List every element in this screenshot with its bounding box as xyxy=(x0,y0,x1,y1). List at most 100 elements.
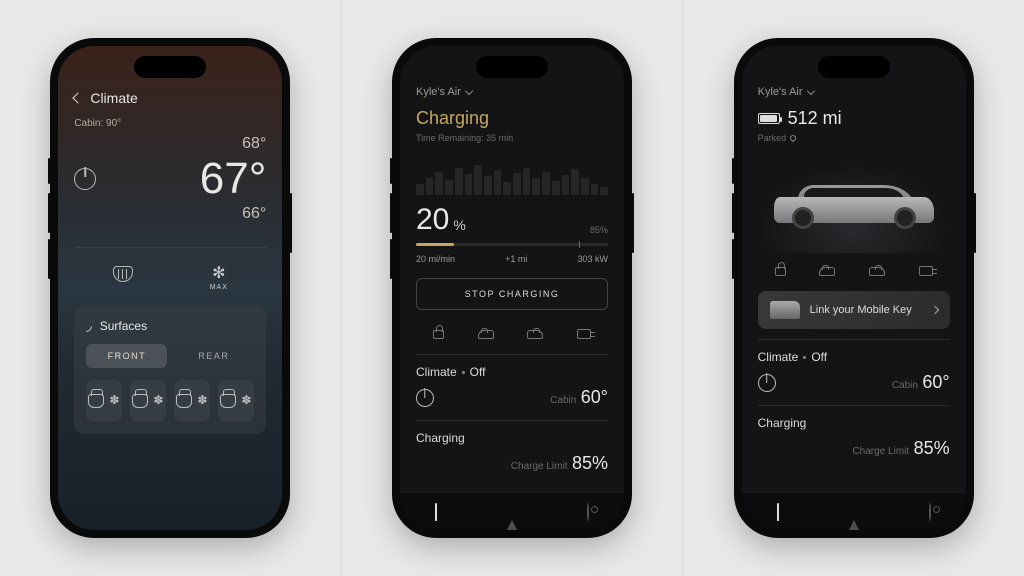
surfaces-card: ◞ Surfaces FRONT REAR xyxy=(74,305,266,434)
link-mobile-key-card[interactable]: Link your Mobile Key xyxy=(758,291,950,329)
lock-button[interactable] xyxy=(775,263,786,279)
rear-tab[interactable]: REAR xyxy=(173,344,254,368)
frunk-button[interactable] xyxy=(478,326,494,342)
phone-3: Kyle's Air 512 mi Parked xyxy=(734,38,974,538)
vehicle-name: Kyle's Air xyxy=(758,86,803,98)
tab-profile[interactable] xyxy=(929,504,931,520)
heat-waves-icon xyxy=(198,396,208,406)
tab-navigate[interactable] xyxy=(507,504,517,520)
car-icon xyxy=(435,503,437,521)
chevron-down-icon xyxy=(806,87,814,95)
charge-limit-mark[interactable] xyxy=(579,241,580,248)
chevron-right-icon xyxy=(930,306,938,314)
cabin-temp: 60° xyxy=(922,372,949,392)
home-screen: Kyle's Air 512 mi Parked xyxy=(742,46,966,530)
temp-decrease[interactable]: 66° xyxy=(74,205,266,223)
dynamic-island xyxy=(134,56,206,78)
charging-screen: Kyle's Air Charging Time Remaining: 35 m… xyxy=(400,46,624,530)
max-label: MAX xyxy=(210,284,228,291)
user-icon xyxy=(587,503,589,521)
charging-section-title: Charging xyxy=(758,416,807,430)
back-icon[interactable] xyxy=(73,92,84,103)
max-ac-button[interactable]: ✻ MAX xyxy=(210,266,228,291)
cabin-label: Cabin xyxy=(892,380,918,391)
snowflake-icon: ✻ xyxy=(210,266,228,282)
climate-section-title: Climate xyxy=(758,350,799,364)
car-icon xyxy=(777,503,779,521)
trunk-icon xyxy=(869,267,885,276)
charging-section-title: Charging xyxy=(416,431,465,445)
charge-limit-value: 85% xyxy=(572,453,608,473)
dynamic-island xyxy=(818,56,890,78)
seat-heat-icon xyxy=(88,394,104,408)
heat-waves-icon xyxy=(110,396,120,406)
climate-state: Off xyxy=(811,350,827,364)
defrost-button[interactable] xyxy=(113,266,133,291)
lock-button[interactable] xyxy=(433,326,444,342)
seat-vent-icon xyxy=(220,394,236,408)
location-arrow-icon xyxy=(849,504,859,530)
frunk-button[interactable] xyxy=(819,263,835,279)
percent-symbol: % xyxy=(453,217,465,233)
trunk-button[interactable] xyxy=(527,326,543,342)
charge-gauge xyxy=(416,157,608,195)
charge-limit-label: Charge Limit xyxy=(852,446,909,457)
seat-heat-left[interactable] xyxy=(86,380,122,422)
fan-icon xyxy=(154,396,164,406)
surfaces-title: Surfaces xyxy=(100,319,147,333)
charge-percent: 20 xyxy=(416,203,449,237)
charge-bar[interactable] xyxy=(416,243,608,246)
seat-vent-right[interactable] xyxy=(218,380,254,422)
dynamic-island xyxy=(476,56,548,78)
temp-increase[interactable]: 68° xyxy=(74,135,266,153)
charge-port-button[interactable] xyxy=(919,263,933,279)
lock-icon xyxy=(433,330,444,339)
vehicle-name: Kyle's Air xyxy=(416,86,461,98)
tab-bar xyxy=(742,492,966,530)
charge-bar-fill xyxy=(416,243,454,246)
vehicle-selector[interactable]: Kyle's Air xyxy=(758,86,950,98)
vehicle-selector[interactable]: Kyle's Air xyxy=(416,86,608,98)
frunk-icon xyxy=(478,330,494,339)
power-icon[interactable] xyxy=(416,389,434,407)
stop-charging-button[interactable]: STOP CHARGING xyxy=(416,278,608,310)
tab-navigate[interactable] xyxy=(849,504,859,520)
trunk-icon xyxy=(527,330,543,339)
user-icon xyxy=(929,503,931,521)
power-icon[interactable] xyxy=(758,374,776,392)
tab-vehicle[interactable] xyxy=(777,504,779,520)
fan-icon xyxy=(242,396,252,406)
cabin-label: Cabin xyxy=(550,395,576,406)
battery-icon xyxy=(758,113,780,124)
tab-bar xyxy=(400,492,624,530)
seat-heat-right[interactable] xyxy=(174,380,210,422)
phone-2: Kyle's Air Charging Time Remaining: 35 m… xyxy=(392,38,632,538)
climate-section[interactable]: Climate Off Cabin 60° xyxy=(416,354,608,420)
phone-1: Climate Cabin: 90° 68° 67° 66° ✻ MAX ◞ S… xyxy=(50,38,290,538)
range-value: 512 mi xyxy=(788,108,842,129)
vehicle-image xyxy=(758,153,950,253)
tab-profile[interactable] xyxy=(587,504,589,520)
miles-added: +1 mi xyxy=(505,254,527,264)
tab-vehicle[interactable] xyxy=(435,504,437,520)
power-icon[interactable] xyxy=(74,168,96,190)
charge-port-button[interactable] xyxy=(577,326,591,342)
seat-heat-icon xyxy=(176,394,192,408)
climate-state: Off xyxy=(470,365,486,379)
charge-rate: 20 mi/min xyxy=(416,254,455,264)
charging-section[interactable]: Charging Charge Limit 85% xyxy=(416,420,608,486)
seat-vent-left[interactable] xyxy=(130,380,166,422)
trunk-button[interactable] xyxy=(869,263,885,279)
charge-limit-marker: 85% xyxy=(590,225,608,235)
location-pin-icon[interactable] xyxy=(789,134,797,142)
charge-limit-value: 85% xyxy=(914,438,950,458)
cabin-temp: 60° xyxy=(581,387,608,407)
climate-section[interactable]: Climate Off Cabin 60° xyxy=(758,339,950,405)
chevron-down-icon xyxy=(465,87,473,95)
defrost-icon xyxy=(113,266,133,282)
charging-section[interactable]: Charging Charge Limit 85% xyxy=(758,405,950,471)
charge-port-icon xyxy=(577,329,591,339)
charge-power: 303 kW xyxy=(577,254,608,264)
front-tab[interactable]: FRONT xyxy=(86,344,167,368)
charging-title: Charging xyxy=(416,108,608,129)
